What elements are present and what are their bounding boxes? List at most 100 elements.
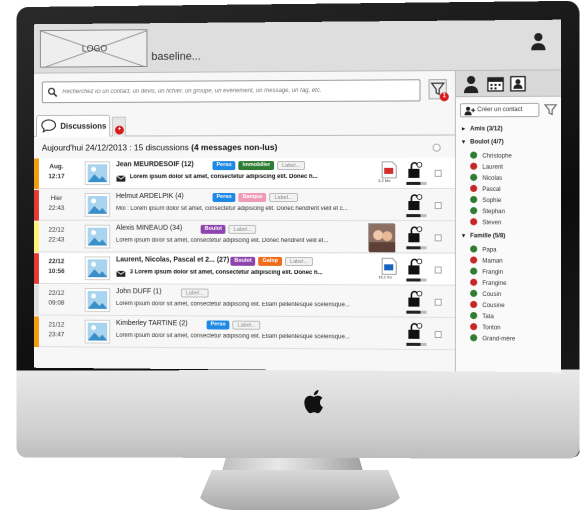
contact-item[interactable]: Grand-mère <box>470 334 515 343</box>
contact-item[interactable]: Tonton <box>470 323 501 331</box>
privacy-level-bar <box>406 310 427 314</box>
contact-group[interactable]: ▾ Boulot (4/7) <box>462 138 504 145</box>
address-book-icon[interactable] <box>509 75 527 93</box>
row-checkbox[interactable] <box>434 330 442 339</box>
envelope-icon <box>116 175 126 182</box>
discussions-panel: 1 Discussions + Aujourd'hui 24/12/2013 :… <box>34 71 455 372</box>
tag-list: Label... <box>180 288 209 298</box>
tag-perso[interactable]: Perso <box>212 161 236 171</box>
user-account-icon[interactable] <box>530 32 546 51</box>
calendar-icon[interactable] <box>486 75 504 93</box>
attachment[interactable]: 3,2 Mo <box>378 161 398 183</box>
imac-stand-foot <box>195 470 405 510</box>
contact-avatar[interactable] <box>84 161 111 186</box>
filter-button[interactable]: 1 <box>428 79 449 102</box>
contact-item[interactable]: Laurent <box>470 162 503 171</box>
tag-gallop[interactable]: Galop <box>258 256 283 266</box>
contact-avatar[interactable] <box>84 224 111 249</box>
tag-label[interactable]: Label... <box>228 224 257 234</box>
tag-perso[interactable]: Perso <box>206 320 230 330</box>
discussion-row[interactable]: 22/12 10:56 Laurent, Nicolas, Pascal et 2.… <box>34 253 455 286</box>
contacts-panel: Créer un contact ▸ Amis (3/12) ▾ Boulot (4/… <box>454 70 561 373</box>
privacy-level-bar <box>406 246 427 250</box>
contact-name: Cousin <box>482 291 502 299</box>
contacts-person-icon[interactable] <box>462 75 480 94</box>
create-contact-button[interactable]: Créer un contact <box>459 102 540 118</box>
row-checkbox[interactable] <box>434 169 442 177</box>
tag-label[interactable]: Label... <box>285 256 314 267</box>
pdf-file-icon <box>380 161 398 179</box>
tab-discussions-label: Discussions <box>60 121 107 131</box>
contact-name: Stephan <box>482 209 506 216</box>
tag-boulot[interactable]: Boulot <box>200 224 226 234</box>
contact-name: Kimberley TARTINE (2) <box>116 319 188 328</box>
tab-add-button[interactable]: + <box>112 116 126 137</box>
privacy-level-bar <box>406 214 427 218</box>
contact-avatar[interactable] <box>84 256 111 281</box>
date-time: 09:08 <box>48 299 65 307</box>
privacy-level-fill <box>406 181 421 185</box>
contact-avatar[interactable] <box>84 319 111 344</box>
contact-item[interactable]: Papa <box>470 245 497 254</box>
contact-item[interactable]: Tata <box>470 312 494 320</box>
discussion-row[interactable]: 21/12 23:47 Kimberley TARTINE (2) Perso Labe… <box>34 316 455 351</box>
contact-item[interactable]: Frangin <box>470 267 503 276</box>
tag-perso[interactable]: Perso <box>212 193 236 202</box>
contact-item[interactable]: Nicolas <box>470 173 502 182</box>
contact-group[interactable]: ▾ Famille (5/8) <box>462 232 505 239</box>
attachment-size: 3,2 Mo <box>378 177 391 183</box>
contact-name: John DUFF (1) <box>116 288 162 296</box>
select-all-checkbox[interactable] <box>432 143 441 152</box>
tag-label[interactable]: Label... <box>180 288 209 298</box>
search-input[interactable] <box>62 82 416 101</box>
contact-name: Laurent, Nicolas, Pascal et 2... (27) <box>116 256 230 264</box>
contact-item[interactable]: Maman <box>470 256 503 265</box>
tag-boulot[interactable]: Boulot <box>230 256 256 266</box>
tag-label[interactable]: Label... <box>269 192 298 203</box>
online-status-icon <box>470 196 478 204</box>
contacts-filter-icon[interactable] <box>543 103 557 117</box>
contact-group[interactable]: ▸ Amis (3/12) <box>462 125 503 132</box>
summary-unread: (4 messages non-lus) <box>191 142 278 153</box>
contact-item[interactable]: Steven <box>470 218 501 226</box>
tag-banque[interactable]: Banque <box>238 193 267 202</box>
row-checkbox[interactable] <box>434 298 442 306</box>
privacy-level-fill <box>406 214 421 218</box>
discussion-row[interactable]: 22/12 09:08 John DUFF (1) Label... Lorem ips… <box>34 284 455 318</box>
contact-name: Steven <box>482 220 502 227</box>
contact-item[interactable]: Stephan <box>470 207 505 215</box>
chat-bubble-icon <box>41 119 57 133</box>
chevron-right-icon: ▸ <box>461 126 466 133</box>
chevron-down-icon: ▾ <box>461 233 466 240</box>
discussion-date: 21/12 23:47 <box>40 320 73 340</box>
image-placeholder-icon <box>87 322 108 341</box>
row-checkbox[interactable] <box>434 202 442 210</box>
envelope-icon <box>116 270 126 277</box>
attachment-photo[interactable] <box>368 223 396 253</box>
attachment[interactable]: 15,1 Ko <box>378 257 398 279</box>
tag-label[interactable]: Label... <box>277 160 306 171</box>
message-preview: 3 Lorem ipsum dolor sit amet, consectetu… <box>129 269 323 277</box>
tag-immo[interactable]: Immobilier <box>238 161 275 171</box>
contact-avatar[interactable] <box>84 288 111 312</box>
row-checkbox[interactable] <box>434 266 442 274</box>
contact-item[interactable]: Cousine <box>470 300 505 309</box>
contact-item[interactable]: Cousin <box>470 289 502 299</box>
contact-item[interactable]: Christophe <box>470 151 512 160</box>
online-status-icon <box>470 334 478 342</box>
contact-avatar[interactable] <box>84 193 111 217</box>
tab-discussions[interactable]: Discussions <box>36 114 111 137</box>
row-checkbox[interactable] <box>434 234 442 242</box>
tag-list: Perso Immobilier Label... <box>212 160 306 171</box>
message-preview: Lorem ipsum dolor sit amet, consectetur … <box>129 173 318 181</box>
discussion-row[interactable]: Aug. 12:17 Jean MEURDESOIF (12) Perso Immobi… <box>34 157 455 190</box>
discussion-row[interactable]: 22/12 22:43 Alexis MINEAUD (34) Boulot Label… <box>34 221 455 254</box>
contact-name: Jean MEURDESOIF (12) <box>116 161 194 169</box>
discussion-row[interactable]: Hier 22:43 Helmut ARDELPIK (4) Perso Banque L… <box>34 189 455 222</box>
contact-item[interactable]: Pascal <box>470 184 501 193</box>
tag-label[interactable]: Label... <box>232 320 261 330</box>
contact-item[interactable]: Frangine <box>470 278 506 287</box>
date-day: Aug. <box>49 163 64 171</box>
logo[interactable]: LOGO <box>39 29 148 68</box>
contact-item[interactable]: Sophie <box>470 196 501 204</box>
